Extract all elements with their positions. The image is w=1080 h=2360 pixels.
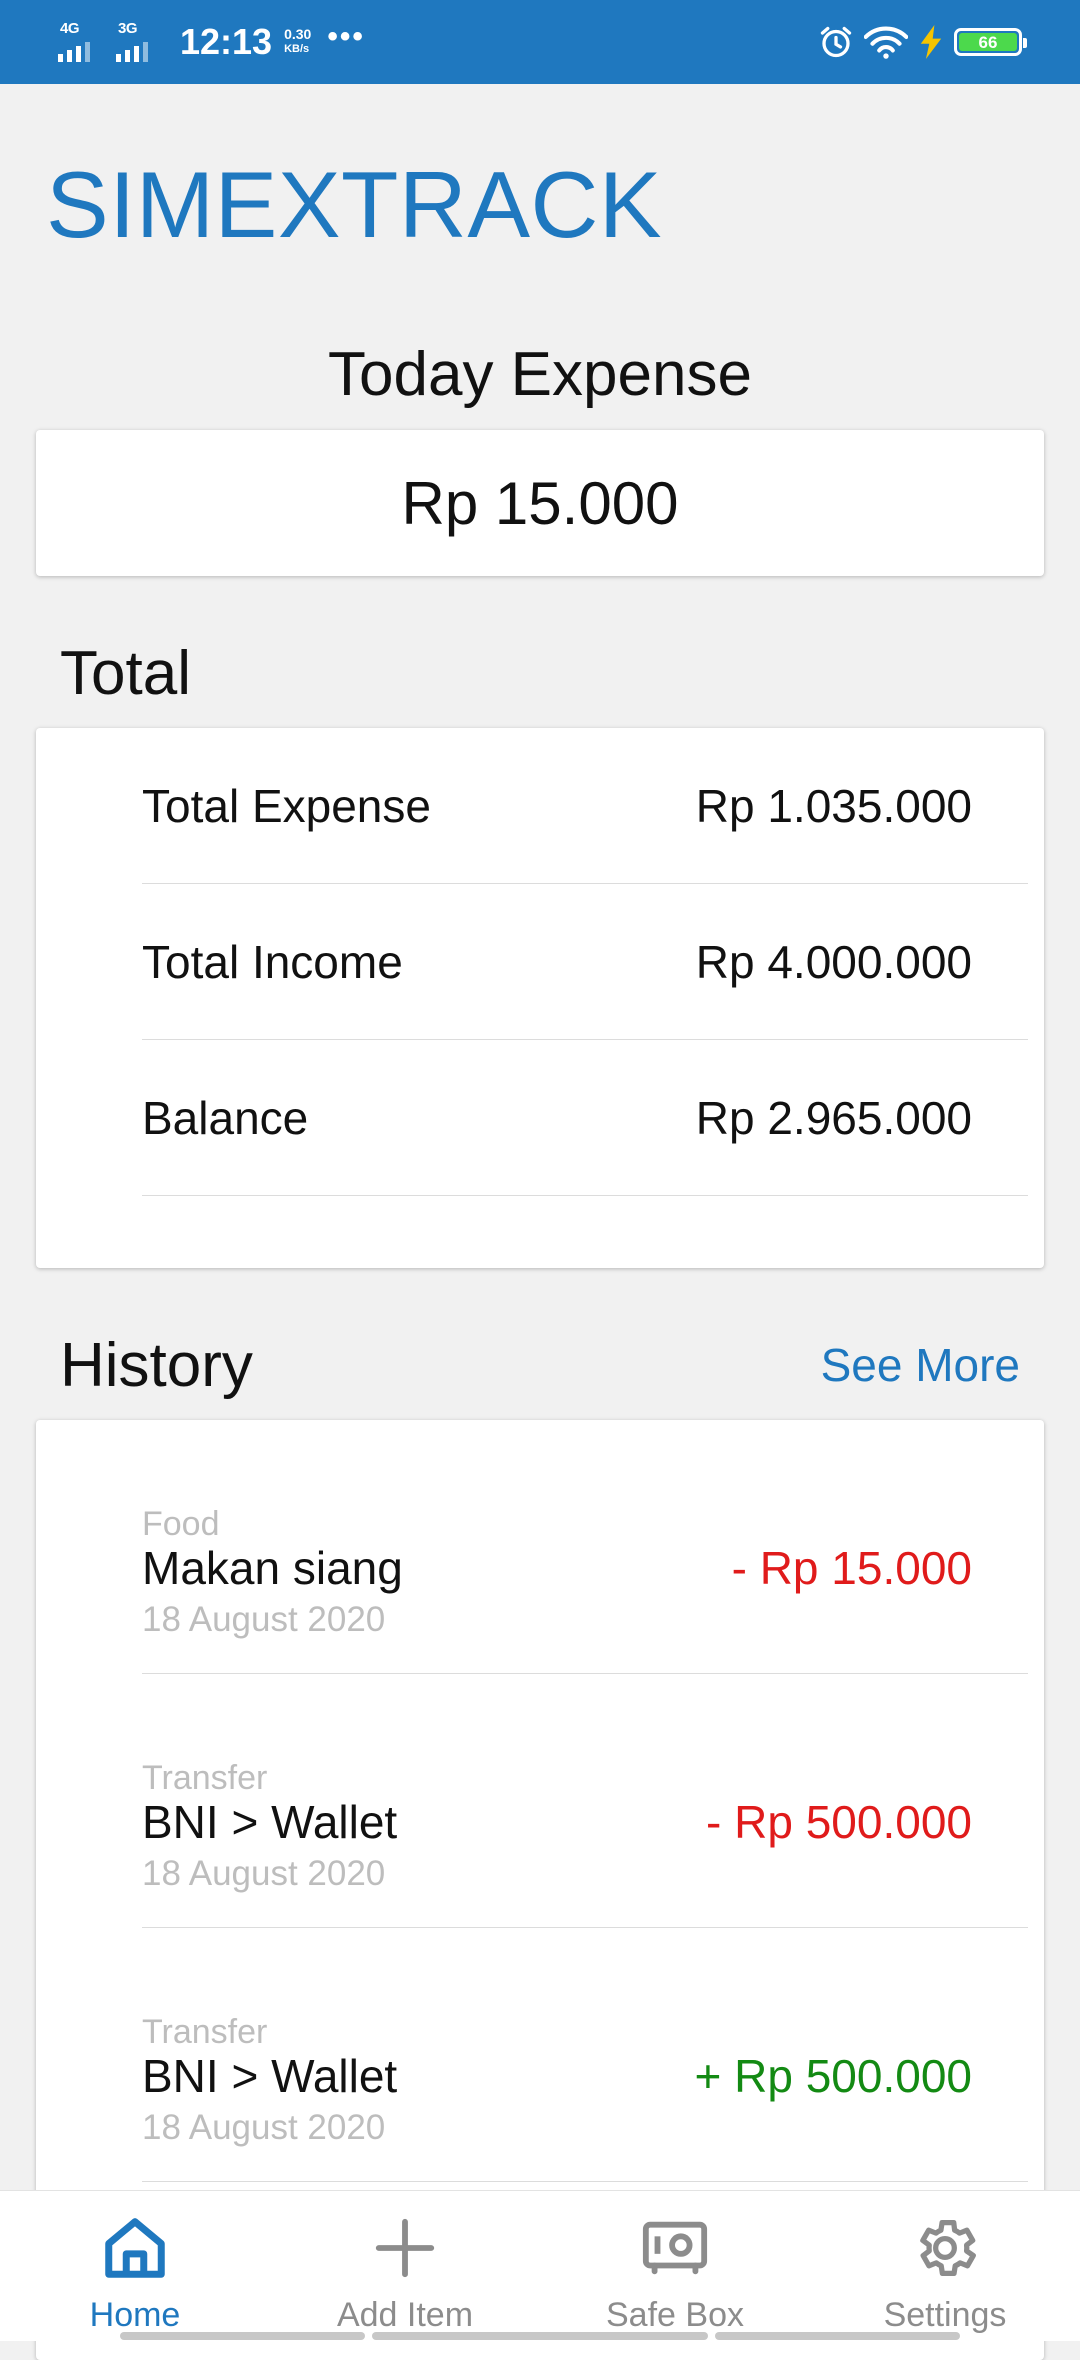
total-heading: Total [60, 639, 191, 708]
network-speed: 0.30 KB/s [284, 27, 311, 57]
more-notifications-icon: ••• [327, 20, 365, 53]
nav-add-item-label: Add Item [336, 2296, 474, 2334]
history-item-amount: - Rp 500.000 [706, 1796, 972, 1848]
today-expense-card: Rp 15.000 [36, 430, 1044, 576]
nav-safe-box[interactable]: Safe Box [540, 2191, 810, 2341]
balance-value: Rp 2.965.000 [695, 1091, 972, 1144]
gear-icon [920, 2220, 976, 2276]
plus-icon [375, 2218, 435, 2278]
charging-icon [920, 25, 942, 59]
history-item-amount: - Rp 15.000 [731, 1542, 972, 1594]
today-expense-heading: Today Expense [328, 340, 752, 409]
bottom-navigation: Home Add Item Safe Box Settings [0, 2190, 1080, 2341]
safe-box-icon [642, 2221, 708, 2275]
history-heading: History [60, 1331, 253, 1400]
today-expense-amount: Rp 15.000 [401, 469, 679, 537]
status-time: 12:13 [180, 21, 273, 62]
history-item[interactable]: Food Makan siang 18 August 2020 - Rp 15.… [142, 1420, 1028, 1674]
history-item-name: BNI > Wallet [142, 1796, 398, 1848]
nav-home-label: Home [89, 2296, 181, 2334]
history-item[interactable]: Transfer BNI > Wallet 18 August 2020 + R… [142, 1928, 1028, 2182]
system-gesture-bar [0, 2332, 1080, 2340]
total-income-label: Total Income [142, 935, 403, 988]
nav-safe-box-label: Safe Box [606, 2296, 744, 2334]
history-item-date: 18 August 2020 [142, 2108, 386, 2147]
total-expense-row: Total Expense Rp 1.035.000 [142, 728, 1028, 884]
total-card: Total Expense Rp 1.035.000 Total Income … [36, 728, 1044, 1268]
alarm-icon [820, 26, 852, 58]
balance-label: Balance [142, 1091, 309, 1144]
network-type-1: 4G [60, 20, 80, 37]
history-item[interactable]: Transfer BNI > Wallet 18 August 2020 - R… [142, 1674, 1028, 1928]
history-item-amount: + Rp 500.000 [694, 2050, 972, 2102]
status-bar: 4G 3G 12:13 0.30 KB/s ••• 66 [0, 0, 1080, 84]
total-income-row: Total Income Rp 4.000.000 [142, 884, 1028, 1040]
network-speed-value: 0.30 [284, 26, 312, 42]
wifi-icon [864, 26, 908, 59]
total-expense-value: Rp 1.035.000 [695, 779, 972, 832]
signal-3g-icon: 3G [116, 20, 166, 64]
app-title: SIMEXTRACK [46, 152, 663, 257]
balance-row: Balance Rp 2.965.000 [142, 1040, 1028, 1196]
history-item-name: Makan siang [142, 1542, 403, 1594]
history-item-name: BNI > Wallet [142, 2050, 398, 2102]
home-icon [105, 2218, 165, 2278]
see-more-link[interactable]: See More [821, 1335, 1020, 1395]
nav-settings[interactable]: Settings [810, 2191, 1080, 2341]
total-expense-label: Total Expense [142, 779, 431, 832]
battery-level: 66 [959, 33, 1017, 52]
nav-home[interactable]: Home [0, 2191, 270, 2341]
network-speed-unit: KB/s [284, 43, 310, 55]
total-income-value: Rp 4.000.000 [695, 935, 972, 988]
history-item-date: 18 August 2020 [142, 1854, 386, 1893]
nav-add-item[interactable]: Add Item [270, 2191, 540, 2341]
nav-settings-label: Settings [883, 2296, 1007, 2334]
history-item-date: 18 August 2020 [142, 1600, 386, 1639]
signal-4g-icon: 4G [58, 20, 108, 64]
battery-icon: 66 [954, 28, 1027, 56]
network-type-2: 3G [118, 20, 138, 37]
